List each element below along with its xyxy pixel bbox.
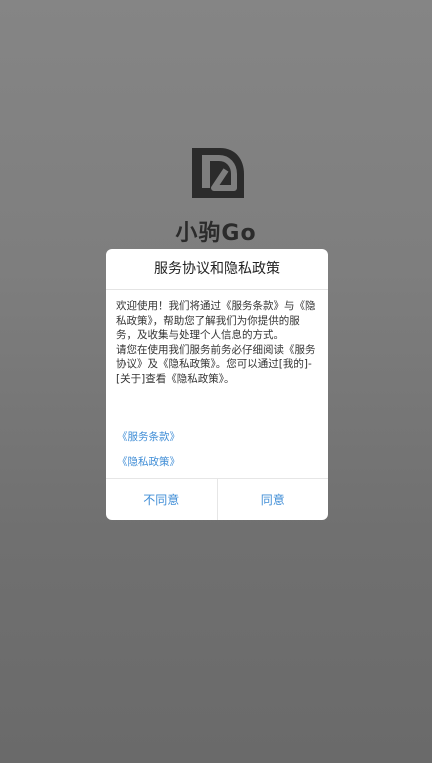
dialog-body: 欢迎使用！我们将通过《服务条款》与《隐私政策》，帮助您了解我们为你提供的服务，及… <box>116 299 318 386</box>
dialog-footer: 不同意 同意 <box>106 478 328 520</box>
dialog-paragraph-1: 欢迎使用！我们将通过《服务条款》与《隐私政策》，帮助您了解我们为你提供的服务，及… <box>116 300 316 341</box>
splash-screen: 小驹Go 服务协议和隐私政策 欢迎使用！我们将通过《服务条款》与《隐私政策》，帮… <box>0 0 432 763</box>
privacy-link[interactable]: 《隐私政策》 <box>117 454 180 469</box>
dialog-paragraph-2: 请您在使用我们服务前务必仔细阅读《服务协议》及《隐私政策》。您可以通过[我的]-… <box>116 343 316 385</box>
leaf-logo-icon <box>192 148 244 198</box>
disagree-button[interactable]: 不同意 <box>106 479 217 520</box>
privacy-dialog: 服务协议和隐私政策 欢迎使用！我们将通过《服务条款》与《隐私政策》，帮助您了解我… <box>106 249 328 520</box>
agree-button[interactable]: 同意 <box>216 479 329 520</box>
app-name: 小驹Go <box>175 221 257 246</box>
dialog-title: 服务协议和隐私政策 <box>106 249 328 290</box>
terms-link[interactable]: 《服务条款》 <box>117 429 180 444</box>
